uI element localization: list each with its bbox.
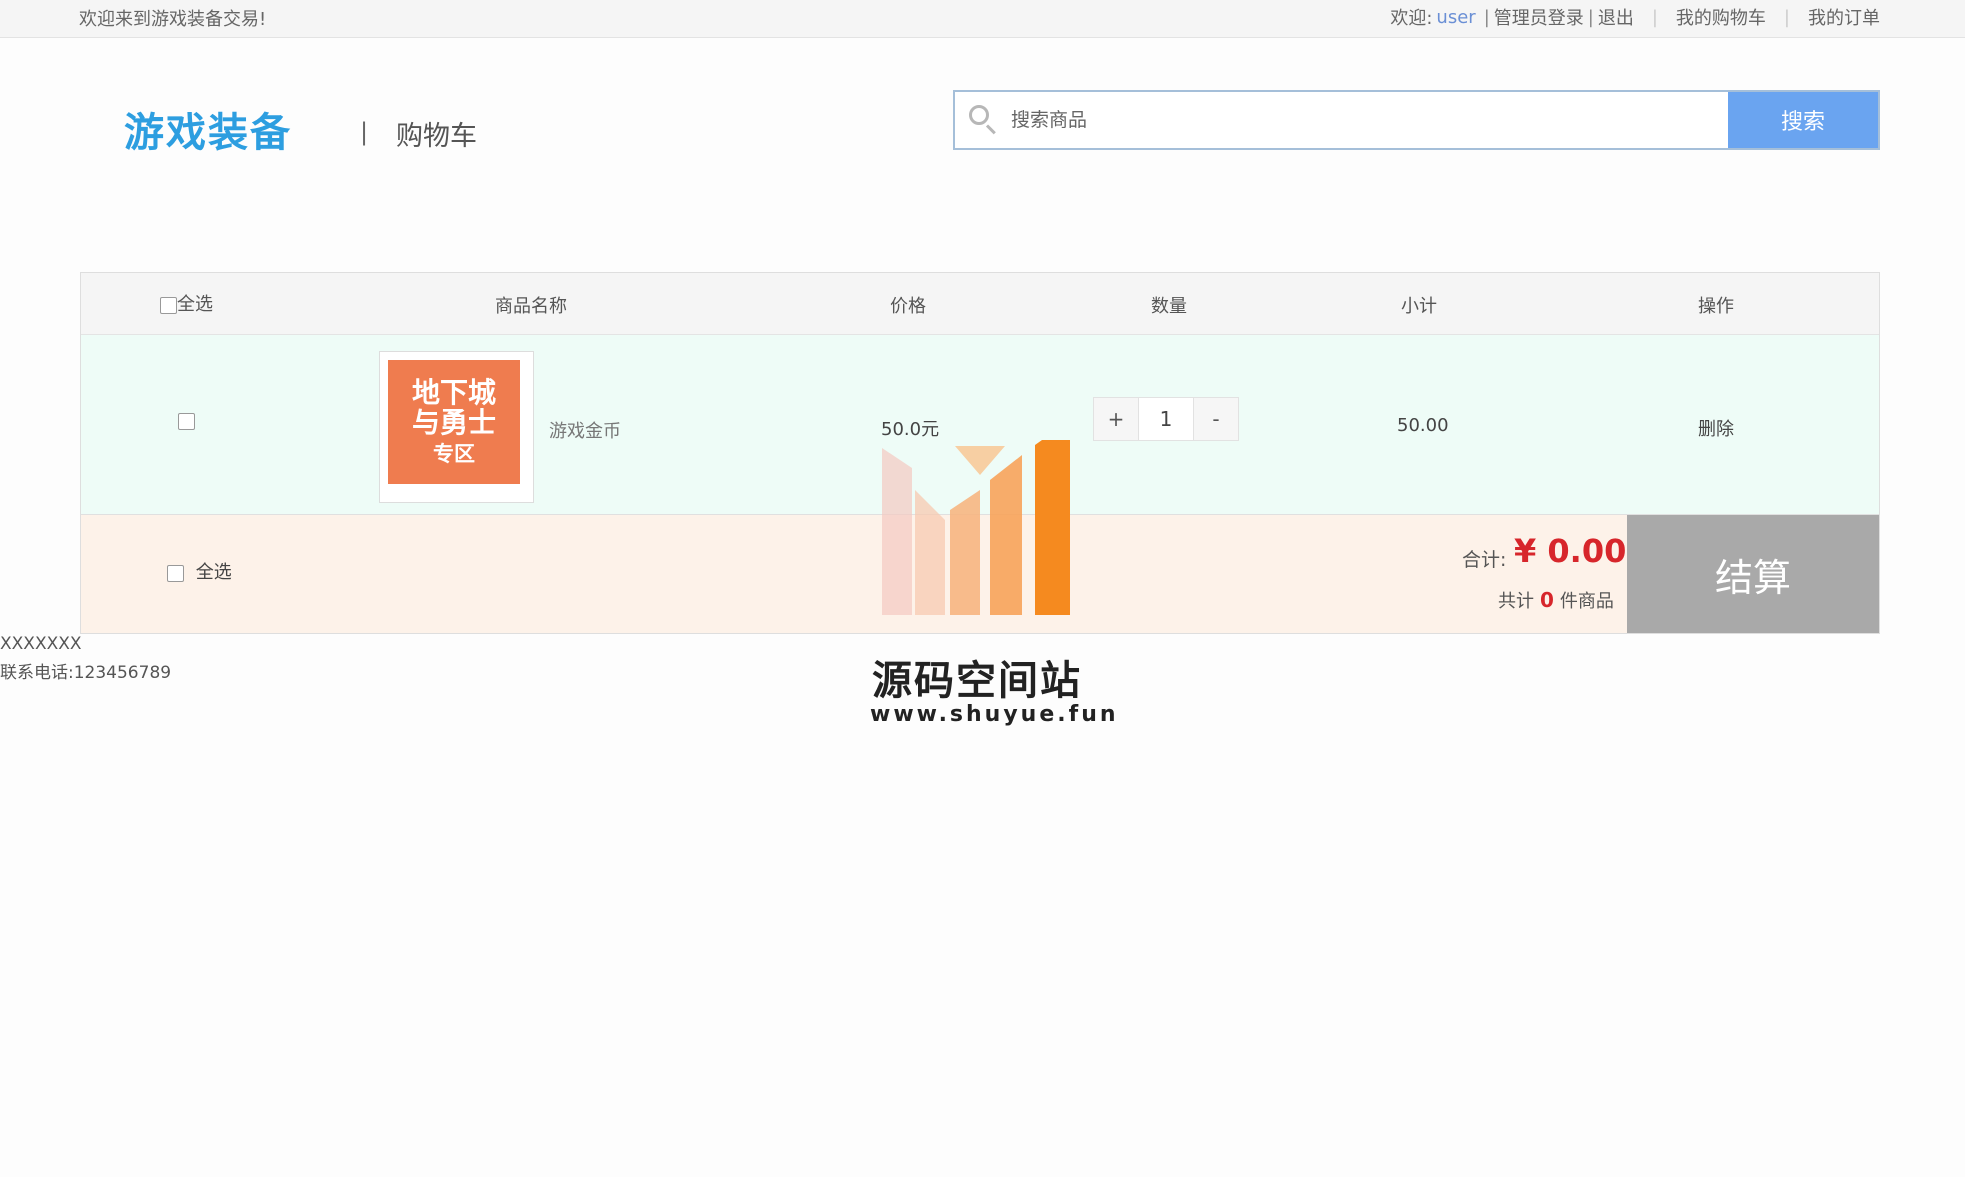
column-price: 价格: [890, 296, 926, 317]
product-image: 地下城 与勇士 专区: [388, 360, 520, 484]
cart-footer: 全选 合计: ¥ 0.00 共计 0 件商品 结算: [81, 515, 1879, 633]
top-nav: 欢迎: user | 管理员登录 | 退出 | 我的购物车 | 我的订单: [1390, 4, 1880, 30]
quantity-decrease-button[interactable]: -: [1194, 398, 1238, 440]
watermark-title: 源码空间站: [872, 658, 1082, 704]
separator: |: [1783, 6, 1790, 28]
username-link[interactable]: user: [1436, 7, 1475, 28]
cart-header-row: 全选 商品名称 价格 数量 小计 操作: [81, 273, 1879, 335]
thumb-text-line3: 专区: [433, 442, 475, 467]
column-quantity: 数量: [1151, 296, 1187, 317]
count-value: 0: [1540, 588, 1554, 612]
select-all-label: 全选: [177, 294, 213, 315]
select-all-checkbox[interactable]: [160, 296, 177, 314]
column-subtotal: 小计: [1401, 296, 1437, 317]
quantity-increase-button[interactable]: +: [1094, 398, 1138, 440]
search-icon: [955, 92, 1011, 148]
watermark-url: www.shuyue.fun: [870, 702, 1119, 727]
footer-select-all: 全选: [167, 558, 232, 584]
my-cart-link[interactable]: 我的购物车: [1676, 4, 1766, 30]
item-checkbox[interactable]: [178, 413, 195, 430]
welcome-text: 欢迎来到游戏装备交易!: [79, 9, 267, 30]
separator: |: [1483, 6, 1490, 28]
thumb-text-line1: 地下城: [411, 375, 496, 409]
footer-line-1: XXXXXXX: [0, 634, 82, 654]
admin-login-link[interactable]: 管理员登录: [1494, 4, 1584, 30]
count-suffix: 件商品: [1559, 591, 1614, 612]
cart-item-row: 地下城 与勇士 专区 游戏金币 50.0元 + 1 - 50.00 删除: [81, 335, 1879, 515]
my-orders-link[interactable]: 我的订单: [1808, 4, 1880, 30]
item-count: 共计 0 件商品: [1498, 587, 1614, 613]
quantity-value[interactable]: 1: [1138, 398, 1194, 440]
total-value: ¥ 0.00: [1514, 532, 1627, 570]
quantity-stepper: + 1 -: [1093, 397, 1239, 441]
search-button[interactable]: 搜索: [1728, 92, 1878, 148]
count-prefix: 共计: [1498, 591, 1534, 612]
separator: |: [1651, 6, 1658, 28]
search-input[interactable]: [1011, 92, 1728, 148]
separator: |: [1587, 6, 1594, 28]
footer-select-all-checkbox[interactable]: [167, 564, 184, 582]
checkout-button[interactable]: 结算: [1627, 515, 1879, 633]
logout-link[interactable]: 退出: [1598, 4, 1634, 30]
product-name[interactable]: 游戏金币: [549, 417, 621, 443]
item-subtotal: 50.00: [1397, 415, 1449, 436]
site-logo[interactable]: 游戏装备: [124, 100, 292, 158]
header-select-all: 全选: [160, 290, 213, 316]
column-action: 操作: [1698, 296, 1734, 317]
footer-select-all-label: 全选: [195, 562, 232, 583]
search-bar: 搜索: [953, 90, 1880, 150]
product-price: 50.0元: [881, 419, 940, 440]
total-label: 合计:: [1462, 549, 1507, 571]
top-bar: 欢迎来到游戏装备交易! 欢迎: user | 管理员登录 | 退出 | 我的购物…: [0, 0, 1965, 38]
thumb-text-line2: 与勇士: [411, 406, 496, 440]
footer-contact: 联系电话:123456789: [0, 663, 172, 683]
product-thumbnail[interactable]: 地下城 与勇士 专区: [379, 351, 534, 503]
cart-table: 全选 商品名称 价格 数量 小计 操作 地下城 与勇士 专区 游戏金币 50.0…: [80, 272, 1880, 634]
header-divider: |: [360, 118, 369, 146]
greeting-label: 欢迎:: [1390, 8, 1433, 29]
column-name: 商品名称: [495, 296, 567, 317]
page-title: 购物车: [396, 121, 477, 152]
delete-button[interactable]: 删除: [1698, 415, 1734, 441]
